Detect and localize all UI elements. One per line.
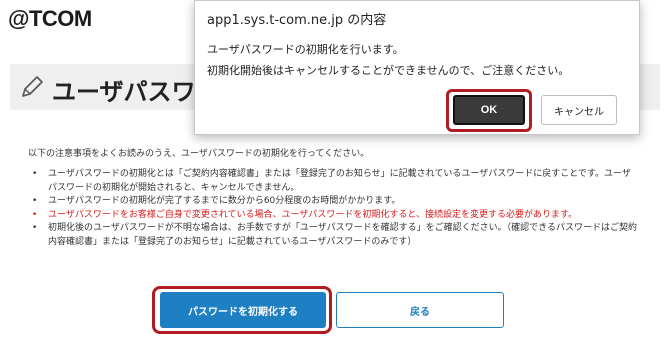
- init-password-button[interactable]: パスワードを初期化する: [160, 292, 326, 328]
- note-item-reset-definition: ユーザパスワードの初期化とは「ご契約内容確認書」または「登録完了のお知らせ」に記…: [28, 168, 638, 195]
- confirm-dialog: app1.sys.t-com.ne.jp の内容 ユーザパスワードの初期化を行い…: [194, 0, 640, 135]
- cancel-button[interactable]: キャンセル: [541, 95, 617, 125]
- pencil-icon: [22, 76, 43, 97]
- dialog-title: app1.sys.t-com.ne.jp の内容: [207, 13, 387, 28]
- dialog-message-line1: ユーザパスワードの初期化を行います。: [207, 43, 404, 56]
- note-item-warning: ユーザパスワードをお客様ご自身で変更されている場合、ユーザパスワードを初期化する…: [28, 209, 638, 223]
- back-button[interactable]: 戻る: [336, 292, 504, 328]
- site-logo: @TCOM: [8, 6, 92, 31]
- ok-button[interactable]: OK: [453, 95, 525, 125]
- dialog-message-line2: 初期化開始後はキャンセルすることができませんので、ご注意ください。: [207, 64, 570, 77]
- note-item-duration: ユーザパスワードの初期化が完了するまでに数分から60分程度のお時間がかかります。: [28, 195, 638, 209]
- note-item-unknown-password: 初期化後のユーザパスワードが不明な場合は、お手数ですが「ユーザパスワードを確認す…: [28, 222, 638, 249]
- notes-list: ユーザパスワードの初期化とは「ご契約内容確認書」または「登録完了のお知らせ」に記…: [28, 168, 638, 249]
- intro-text: 以下の注意事項をよくお読みのうえ、ユーザパスワードの初期化を行ってください。: [28, 149, 370, 159]
